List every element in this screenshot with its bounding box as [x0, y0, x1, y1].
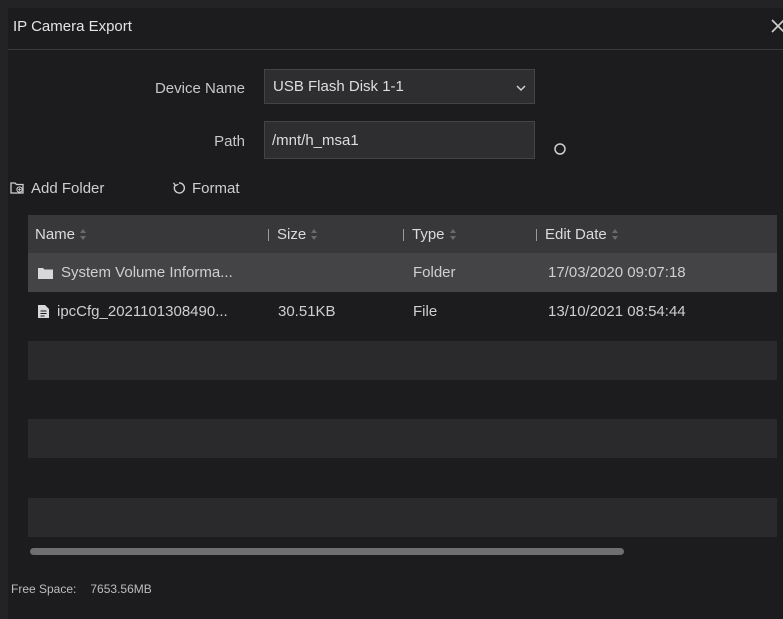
file-table: Name Size Type Edit Date System Volume I… — [28, 215, 777, 563]
column-header-edit-date[interactable]: Edit Date — [536, 226, 618, 243]
add-folder-label: Add Folder — [31, 179, 105, 197]
format-label: Format — [192, 179, 240, 197]
table-row — [28, 380, 777, 419]
format-button[interactable]: Format — [172, 178, 240, 198]
column-separator — [268, 228, 269, 241]
sort-icon — [80, 229, 87, 240]
refresh-icon[interactable] — [553, 142, 567, 156]
device-name-value: USB Flash Disk 1-1 — [273, 78, 404, 95]
row-edit-date-cell: 17/03/2020 09:07:18 — [548, 264, 686, 281]
dialog-title: IP Camera Export — [13, 18, 132, 35]
sort-icon — [611, 229, 618, 240]
column-header-name[interactable]: Name — [35, 226, 87, 243]
ip-camera-export-dialog: IP Camera Export Device Name USB Flash D… — [8, 8, 783, 619]
column-header-size[interactable]: Size — [268, 226, 318, 243]
dialog-title-bar: IP Camera Export — [8, 8, 783, 50]
free-space-value: 7653.56MB — [90, 582, 152, 596]
table-row — [28, 341, 777, 380]
column-separator — [403, 228, 404, 241]
add-folder-button[interactable]: Add Folder — [10, 178, 104, 198]
table-row — [28, 498, 777, 537]
table-row[interactable]: ipcCfg_2021101308490... 30.51KB File 13/… — [28, 292, 777, 331]
row-size-cell: 30.51KB — [278, 303, 336, 320]
horizontal-scrollbar[interactable] — [28, 543, 777, 561]
row-edit-date-cell: 13/10/2021 08:54:44 — [548, 303, 686, 320]
free-space-label: Free Space: — [11, 582, 77, 596]
chevron-down-icon — [516, 85, 526, 92]
table-row — [28, 458, 777, 497]
folder-icon — [38, 267, 53, 279]
path-input[interactable] — [264, 121, 535, 159]
row-type-cell: Folder — [413, 264, 456, 281]
table-row[interactable]: System Volume Informa... Folder 17/03/20… — [28, 253, 777, 292]
sort-icon — [311, 229, 318, 240]
column-separator — [536, 228, 537, 241]
row-type-cell: File — [413, 303, 438, 320]
scrollbar-thumb[interactable] — [30, 548, 624, 555]
table-row — [28, 419, 777, 458]
column-header-type[interactable]: Type — [403, 226, 456, 243]
close-icon[interactable] — [769, 14, 783, 38]
file-icon — [38, 305, 49, 318]
format-icon — [172, 182, 185, 194]
free-space-info: Free Space: 7653.56MB — [11, 582, 152, 596]
device-name-label: Device Name — [154, 80, 245, 97]
path-label: Path — [214, 133, 245, 150]
row-name-cell: ipcCfg_2021101308490... — [38, 303, 228, 320]
table-header: Name Size Type Edit Date — [28, 215, 777, 253]
device-name-select[interactable]: USB Flash Disk 1-1 — [264, 69, 535, 104]
sort-icon — [449, 229, 456, 240]
add-folder-icon — [10, 182, 24, 194]
row-name-cell: System Volume Informa... — [38, 264, 233, 281]
